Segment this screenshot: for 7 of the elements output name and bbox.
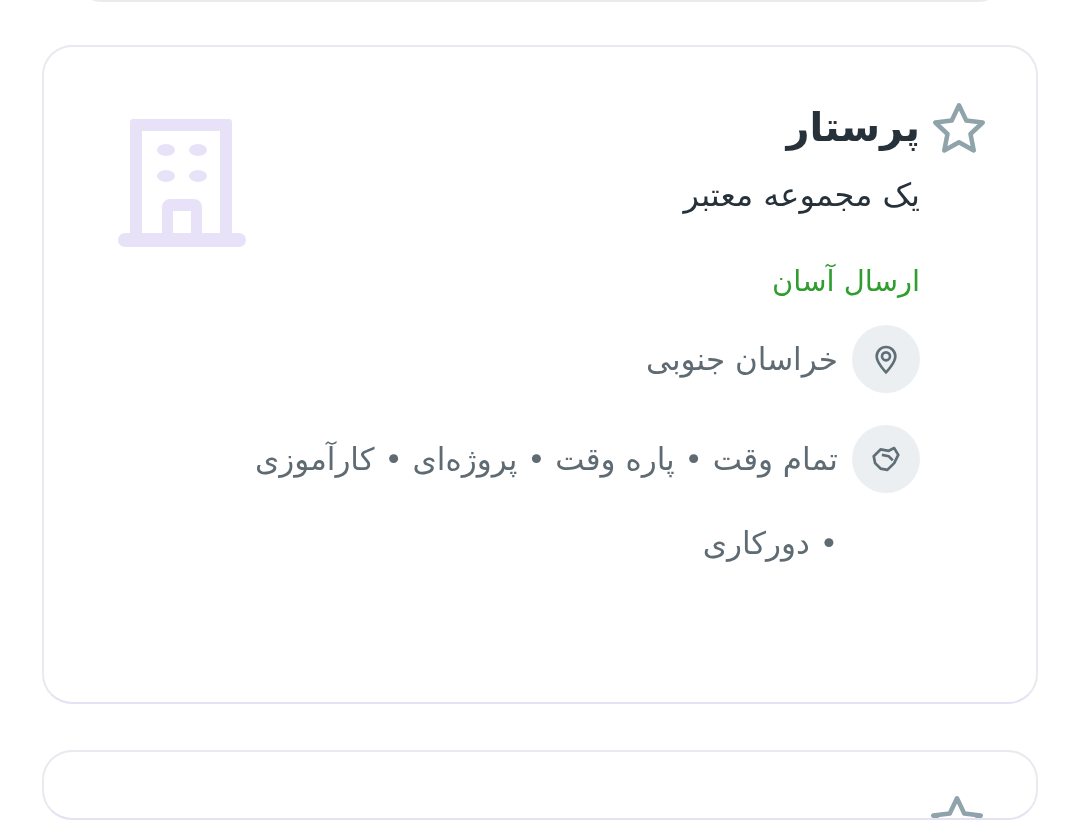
job-card[interactable]: پرستار یک مجموعه معتبر ارسال آسان خراسان جنوبی تمام وقت • پاره وقت • پروژه‌ای • کارآموزی • دورکاری [42, 45, 1038, 705]
building-icon [118, 119, 246, 249]
shipping-label: ارسال آسان [772, 262, 920, 300]
company-name: یک مجموعه معتبر [681, 175, 920, 216]
location-text: خراسان جنوبی [646, 340, 838, 380]
job-title: پرستار [783, 103, 920, 153]
job-types: تمام وقت • پاره وقت • پروژه‌ای • کارآموزی • دورکاری [253, 440, 838, 564]
